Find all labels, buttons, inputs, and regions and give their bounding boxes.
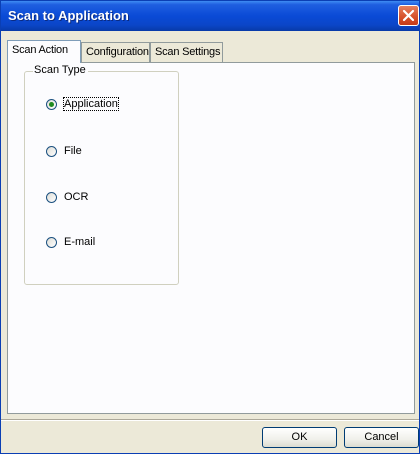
close-button[interactable] [398,5,419,26]
tab-scan-settings[interactable]: Scan Settings [150,42,223,62]
radio-label[interactable]: OCR [64,191,88,203]
radio-icon[interactable] [46,237,57,248]
cancel-button[interactable]: Cancel [344,427,419,448]
tab-scan-action[interactable]: Scan Action [7,40,81,63]
tab-label: Configuration [86,46,149,58]
window-title: Scan to Application [8,8,129,23]
scan-type-group: Scan Type Application File OCR E-mail [24,64,179,285]
radio-label[interactable]: E-mail [64,236,95,248]
radio-icon[interactable] [46,192,57,203]
title-bar[interactable]: Scan to Application [1,1,419,31]
radio-selected-icon[interactable] [46,99,57,110]
scan-type-group-label: Scan Type [33,64,88,76]
tab-label: Scan Action [12,44,68,56]
radio-label[interactable]: File [64,145,82,157]
tab-label: Scan Settings [155,46,221,58]
radio-icon[interactable] [46,146,57,157]
scan-action-panel: Scan Type Application File OCR E-mail [7,62,415,414]
ok-button[interactable]: OK [262,427,337,448]
button-bar-separator [1,419,419,421]
tab-configuration[interactable]: Configuration [81,42,150,62]
close-icon [402,9,415,22]
radio-label[interactable]: Application [63,97,119,111]
dialog-window: Scan to Application Scan Action Configur… [0,0,420,454]
